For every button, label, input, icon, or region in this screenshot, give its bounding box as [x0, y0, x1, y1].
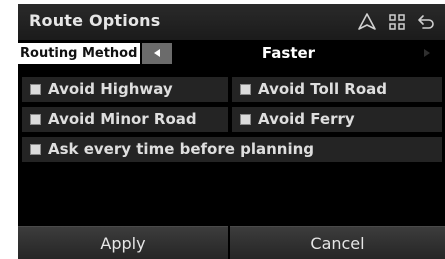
avoid-ferry-label: Avoid Ferry	[258, 110, 355, 128]
routing-method-row: Routing Method Faster	[18, 40, 445, 67]
avoid-minor-road-label: Avoid Minor Road	[48, 110, 197, 128]
checkbox-icon[interactable]	[30, 114, 41, 125]
avoid-highway-option[interactable]: Avoid Highway	[22, 77, 228, 102]
title-bar: Route Options	[18, 4, 445, 40]
avoid-ferry-option[interactable]: Avoid Ferry	[232, 107, 442, 132]
routing-method-label: Routing Method	[18, 43, 140, 64]
ask-every-time-label: Ask every time before planning	[48, 140, 315, 158]
page-title: Route Options	[29, 11, 161, 30]
checkbox-icon[interactable]	[30, 84, 41, 95]
navigation-arrow-icon[interactable]	[357, 12, 377, 32]
route-options-screen: Route Options Routing Method Faster Avoi…	[18, 4, 445, 259]
checkbox-icon[interactable]	[240, 84, 251, 95]
left-arrow-icon[interactable]	[142, 43, 172, 64]
grid-menu-icon[interactable]	[387, 12, 407, 32]
cancel-button[interactable]: Cancel	[230, 226, 445, 259]
routing-method-value: Faster	[261, 44, 316, 62]
checkbox-icon[interactable]	[240, 114, 251, 125]
ask-every-time-option[interactable]: Ask every time before planning	[22, 137, 442, 162]
back-icon[interactable]	[417, 12, 437, 32]
routing-method-selector[interactable]: Faster	[173, 43, 404, 64]
apply-button[interactable]: Apply	[18, 226, 228, 259]
avoid-toll-road-label: Avoid Toll Road	[258, 80, 388, 98]
avoid-toll-road-option[interactable]: Avoid Toll Road	[232, 77, 442, 102]
right-arrow-icon[interactable]	[408, 43, 445, 64]
avoid-highway-label: Avoid Highway	[48, 80, 173, 98]
checkbox-icon[interactable]	[30, 144, 41, 155]
avoid-minor-road-option[interactable]: Avoid Minor Road	[22, 107, 228, 132]
